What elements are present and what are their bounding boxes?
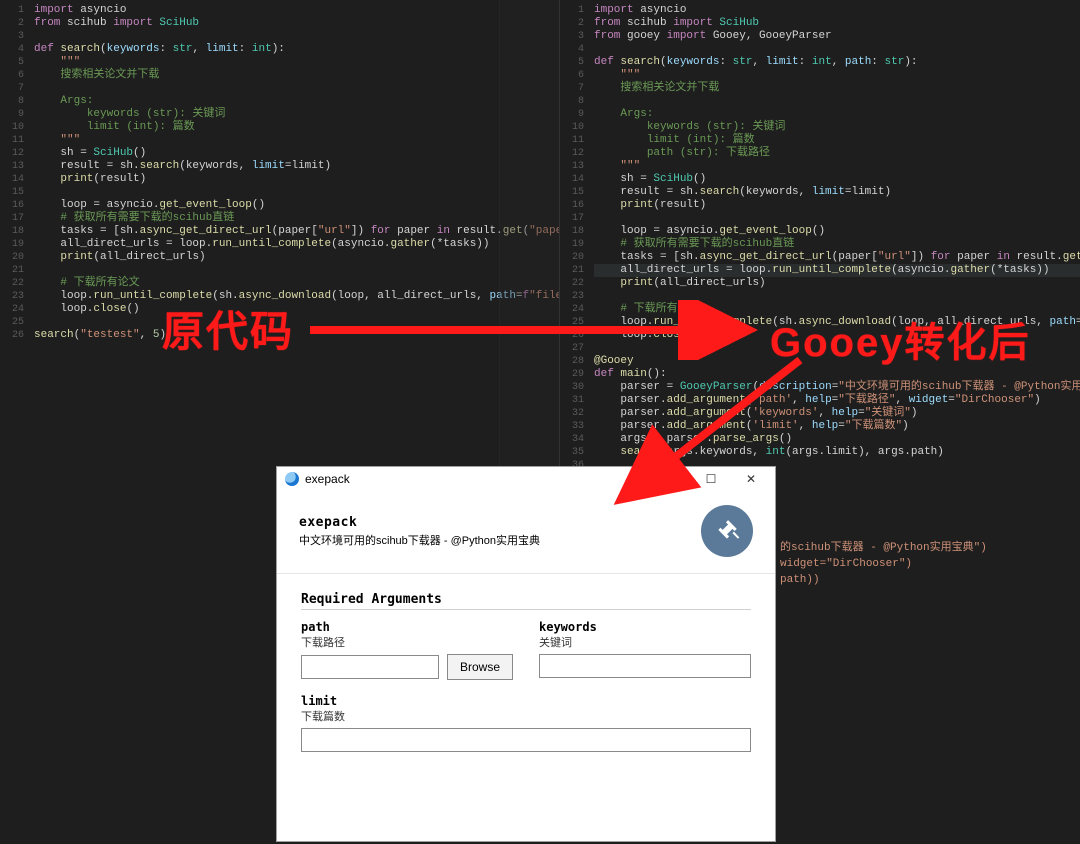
maximize-button[interactable]: ☐ [691,468,731,490]
field-label: limit [301,694,751,708]
field-keywords: keywords 关键词 [539,620,751,680]
keywords-input[interactable] [539,654,751,678]
field-path: path 下载路径 Browse [301,620,513,680]
gooey-header: exepack 中文环境可用的scihub下载器 - @Python实用宝典 [277,491,775,574]
annotation-after: Gooey转化后 [770,310,1030,368]
minimize-button[interactable]: — [651,468,691,490]
program-name: exepack [299,515,540,530]
field-limit: limit 下载篇数 [301,694,751,752]
field-desc: 下载路径 [301,634,513,650]
window-title: exepack [305,472,350,486]
limit-input[interactable] [301,728,751,752]
field-desc: 关键词 [539,634,751,650]
window-titlebar[interactable]: exepack — ☐ ✕ [277,467,775,491]
program-desc: 中文环境可用的scihub下载器 - @Python实用宝典 [299,532,540,548]
browse-button[interactable]: Browse [447,654,513,680]
close-button[interactable]: ✕ [731,468,771,490]
separator [301,609,751,610]
code-area[interactable]: import asynciofrom scihub import SciHubf… [594,4,1080,480]
app-icon [285,472,299,486]
gooey-body: Required Arguments path 下载路径 Browse keyw… [277,574,775,784]
gooey-window: exepack — ☐ ✕ exepack 中文环境可用的scihub下载器 -… [276,466,776,842]
path-input[interactable] [301,655,439,679]
partial-code: 的scihub下载器 - @Python实用宝典")widget="DirCho… [780,540,987,588]
field-label: path [301,620,513,634]
annotation-original: 原代码 [162,298,294,359]
code-editor-gooey[interactable]: 1234567891011121314151617181920212223242… [560,0,1080,480]
gutter: 1234567891011121314151617181920212223242… [560,0,590,480]
field-desc: 下载篇数 [301,708,751,724]
settings-icon [701,505,753,557]
code-area[interactable]: import asynciofrom scihub import SciHubd… [34,4,560,342]
section-heading: Required Arguments [301,592,751,607]
field-label: keywords [539,620,751,634]
code-editor-original[interactable]: 1234567891011121314151617181920212223242… [0,0,560,480]
minimap[interactable] [499,0,559,480]
gutter: 1234567891011121314151617181920212223242… [0,0,30,342]
